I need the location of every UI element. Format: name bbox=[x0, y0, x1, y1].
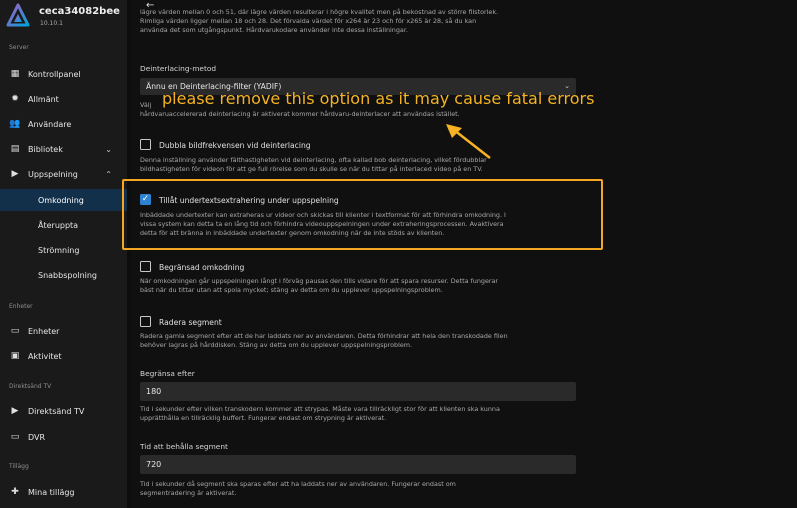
throttle-after-input[interactable]: 180 bbox=[140, 382, 576, 401]
nav-livetv[interactable]: ▶ Direktsänd TV bbox=[0, 400, 122, 422]
double-rate-label: Dubbla bildfrekvensen vid deinterlacing bbox=[159, 141, 311, 150]
nav-general-label: Allmänt bbox=[28, 94, 59, 104]
nav-streaming[interactable]: Strömning bbox=[0, 239, 127, 261]
nav-library-label: Bibliotek bbox=[28, 144, 63, 154]
devices-icon: ▭ bbox=[10, 326, 20, 336]
throttle-after-label: Begränsa efter bbox=[140, 369, 195, 378]
chevron-up-icon: ⌃ bbox=[105, 169, 112, 179]
delete-segments-help-line-1: Radera gamla segment efter att de har la… bbox=[140, 332, 508, 340]
dvr-icon: ▭ bbox=[10, 432, 20, 442]
deinterlace-help-line-1: Välj bbox=[140, 101, 152, 109]
nav-devices[interactable]: ▭ Enheter bbox=[0, 320, 122, 342]
nav-dashboard-label: Kontrollpanel bbox=[28, 69, 81, 79]
segment-keep-label: Tid att behålla segment bbox=[140, 442, 228, 451]
crf-help-line-2: Rimliga värden ligger mellan 18 och 28. … bbox=[140, 17, 477, 25]
deinterlace-label: Deinterlacing-metod bbox=[140, 64, 217, 73]
throttle-after-value: 180 bbox=[146, 387, 162, 396]
nav-activity-label: Aktivitet bbox=[28, 351, 62, 361]
nav-trickplay[interactable]: Snabbspolning bbox=[0, 264, 127, 286]
section-server: Server bbox=[9, 44, 29, 51]
jellyfin-logo-icon[interactable] bbox=[6, 3, 30, 29]
nav-activity[interactable]: ▣ Aktivitet bbox=[0, 345, 122, 367]
tv-icon: ▶ bbox=[11, 406, 19, 416]
segment-keep-value: 720 bbox=[146, 460, 162, 469]
segment-keep-help-line-2: segmentradering är aktiverat. bbox=[140, 489, 237, 497]
nav-my-plugins-label: Mina tillägg bbox=[28, 487, 75, 497]
delete-segments-checkbox[interactable] bbox=[140, 316, 151, 327]
users-icon: 👥 bbox=[9, 119, 21, 129]
sidebar-scrollbar[interactable] bbox=[127, 0, 131, 508]
throttle-checkbox[interactable] bbox=[140, 261, 151, 272]
nav-dashboard[interactable]: ▦ Kontrollpanel bbox=[0, 63, 122, 85]
chevron-down-icon: ⌄ bbox=[105, 144, 112, 154]
section-devices: Enheter bbox=[9, 303, 33, 310]
puzzle-icon: ✚ bbox=[11, 487, 19, 497]
segment-keep-input[interactable]: 720 bbox=[140, 455, 576, 474]
server-name: ceca34082bee bbox=[39, 6, 120, 17]
nav-livetv-label: Direktsänd TV bbox=[28, 406, 85, 416]
nav-dvr[interactable]: ▭ DVR bbox=[0, 426, 122, 448]
crf-help-line-1: lägre värden mellan 0 och 51, där lägre … bbox=[140, 8, 499, 16]
gear-icon: ✹ bbox=[11, 94, 19, 104]
deinterlace-help-line-2: hårdvaruaccelererad deinterlacing är akt… bbox=[140, 110, 460, 118]
nav-dvr-label: DVR bbox=[28, 432, 46, 442]
server-version: 10.10.1 bbox=[40, 20, 63, 27]
nav-users-label: Användare bbox=[28, 119, 72, 129]
section-livetv: Direktsänd TV bbox=[9, 383, 52, 390]
nav-users[interactable]: 👥 Användare bbox=[0, 113, 122, 135]
nav-my-plugins[interactable]: ✚ Mina tillägg bbox=[0, 481, 122, 503]
nav-devices-label: Enheter bbox=[28, 326, 60, 336]
double-rate-help-line-2: bildhastigheten för videon för att ge fu… bbox=[140, 165, 483, 173]
double-rate-checkbox[interactable] bbox=[140, 139, 151, 150]
throttle-help-line-1: När omkodningen går uppspelningen långt … bbox=[140, 277, 499, 285]
throttle-after-help-line-2: upprätthålla en tillräcklig buffert. Fun… bbox=[140, 414, 387, 422]
throttle-label: Begränsad omkodning bbox=[159, 263, 245, 272]
double-rate-help-line-1: Denna inställning använder fälthastighet… bbox=[140, 156, 487, 164]
throttle-help-line-2: bäst när du tittar utan att spola mycket… bbox=[140, 286, 443, 294]
annotation-arrow-icon bbox=[446, 124, 491, 159]
activity-icon: ▣ bbox=[10, 351, 20, 361]
nav-playback-label: Uppspelning bbox=[28, 169, 78, 179]
nav-playback[interactable]: ▶ Uppspelning ⌃ bbox=[0, 163, 122, 185]
library-icon: ▤ bbox=[10, 144, 20, 154]
dashboard-icon: ▦ bbox=[10, 69, 20, 79]
crf-help-line-3: använda det som utgångspunkt. Hårdvaruko… bbox=[140, 26, 408, 34]
throttle-after-help-line-1: Tid i sekunder efter vilken transkodern … bbox=[140, 405, 500, 413]
play-icon: ▶ bbox=[11, 169, 19, 179]
nav-transcoding[interactable]: Omkodning bbox=[0, 189, 127, 211]
delete-segments-help-line-2: behöver lagras på hårddisken. Stäng av d… bbox=[140, 341, 413, 349]
segment-keep-help-line-1: Tid i sekunder då segment ska sparas eft… bbox=[140, 480, 456, 488]
sidebar: ceca34082bee 10.10.1 Server ▦ Kontrollpa… bbox=[0, 0, 127, 508]
nav-resume[interactable]: Återuppta bbox=[0, 214, 127, 236]
delete-segments-label: Radera segment bbox=[159, 318, 222, 327]
section-plugins: Tillägg bbox=[9, 463, 29, 470]
nav-library[interactable]: ▤ Bibliotek ⌄ bbox=[0, 138, 122, 160]
annotation-highlight-box bbox=[122, 179, 603, 250]
nav-general[interactable]: ✹ Allmänt bbox=[0, 88, 122, 110]
annotation-text: please remove this option as it may caus… bbox=[162, 89, 595, 108]
